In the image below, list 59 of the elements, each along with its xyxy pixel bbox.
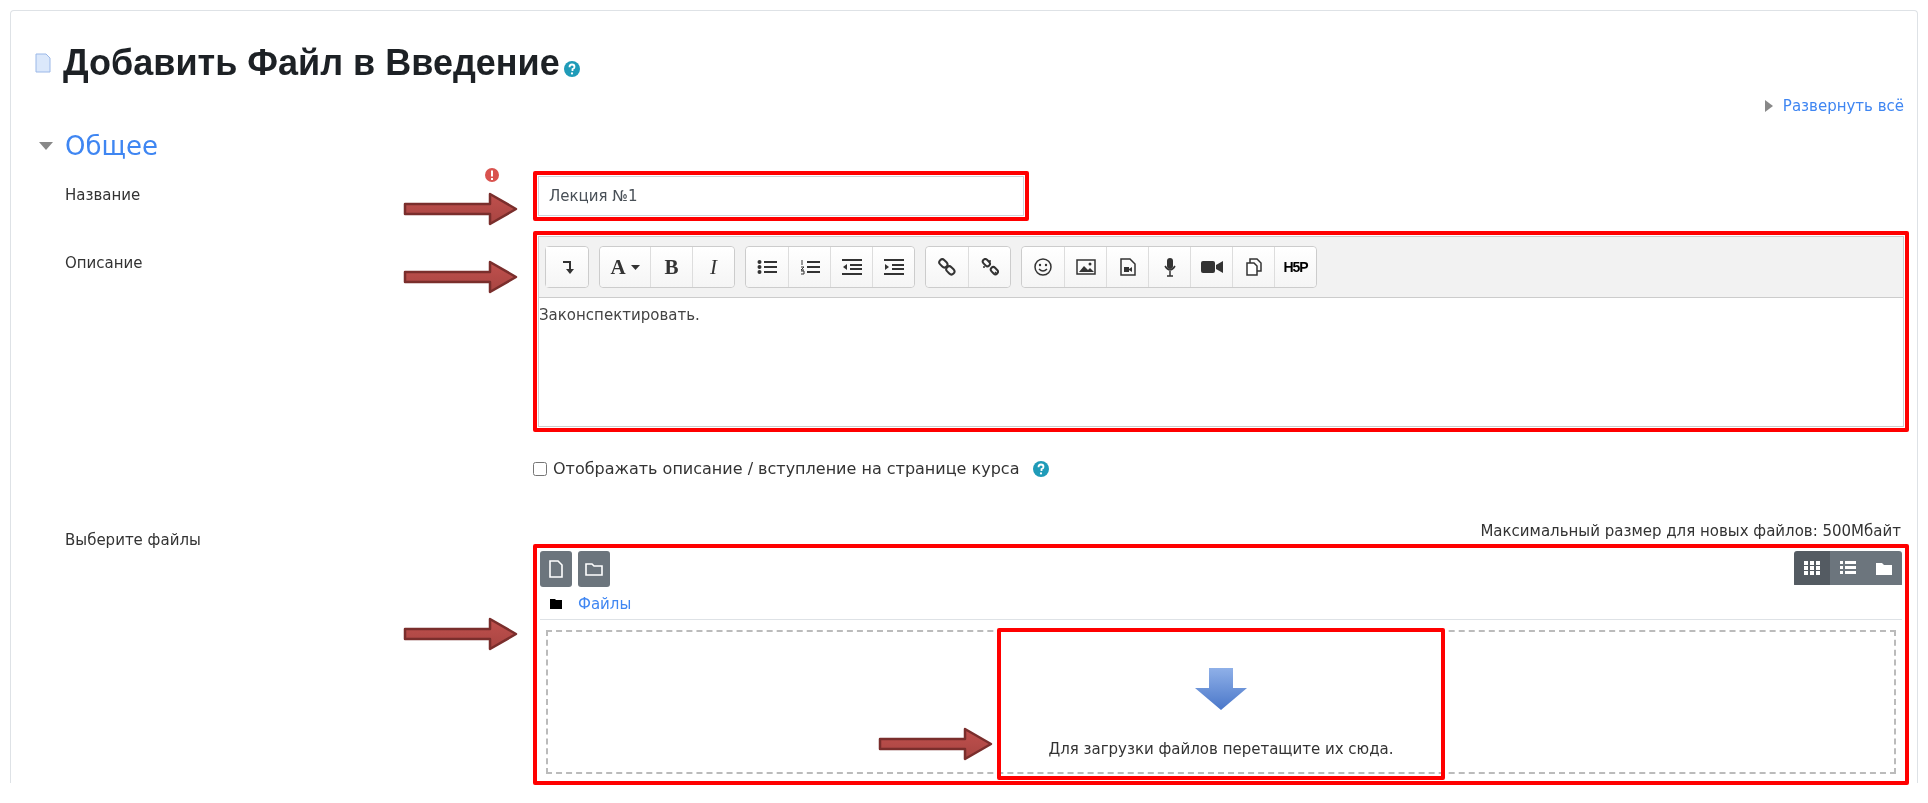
- bullet-list-icon: [757, 259, 777, 275]
- text-field[interactable]: Лекция №1: [538, 176, 1024, 216]
- field-label: Название: [65, 186, 141, 204]
- view-mode-button[interactable]: [1830, 551, 1866, 585]
- toolbar-button[interactable]: [1148, 247, 1190, 287]
- toolbar-button[interactable]: [746, 247, 788, 287]
- editor-text: Законспектировать.: [539, 305, 701, 324]
- toolbar-button[interactable]: I: [692, 247, 734, 287]
- toolbar-button[interactable]: [1232, 247, 1274, 287]
- toolbar-button[interactable]: B: [650, 247, 692, 287]
- microphone-icon: [1162, 257, 1177, 277]
- section-title[interactable]: Общее: [65, 131, 158, 161]
- field-label: Описание: [65, 254, 143, 272]
- toolbar-button[interactable]: [1022, 247, 1064, 287]
- help-icon: [563, 61, 580, 77]
- checkbox[interactable]: [533, 461, 547, 476]
- folder-icon: [1876, 561, 1892, 575]
- view-mode-button[interactable]: [1794, 551, 1830, 585]
- folder-icon: [550, 599, 562, 609]
- outdent-icon: [841, 259, 862, 275]
- create-folder-button[interactable]: [578, 551, 610, 587]
- toolbar-button[interactable]: [1064, 247, 1106, 287]
- grid-icon: [1804, 561, 1820, 575]
- toolbar-button[interactable]: [968, 247, 1010, 287]
- folder-link[interactable]: Файлы: [578, 595, 632, 613]
- copy-files-icon: [1244, 258, 1263, 276]
- caret-icon: [630, 264, 640, 270]
- toolbar-button[interactable]: [926, 247, 968, 287]
- image-icon: [1075, 259, 1096, 275]
- indent-icon: [883, 259, 904, 275]
- expand-all-link[interactable]: Развернуть всё: [1764, 97, 1904, 115]
- smiley-icon: [1034, 258, 1052, 276]
- expand-icon: [1764, 100, 1773, 112]
- toolbar-button[interactable]: H5P: [1274, 247, 1316, 287]
- list-icon: [1840, 561, 1856, 575]
- folder-icon: [585, 562, 603, 576]
- toolbar-button[interactable]: [1190, 247, 1232, 287]
- add-file-button[interactable]: [540, 551, 572, 587]
- document-icon: [35, 53, 51, 73]
- toolbar-button[interactable]: A: [600, 247, 650, 287]
- drop-zone-text: Для загрузки файлов перетащите их сюда.: [1048, 740, 1394, 758]
- toolbar-button[interactable]: [872, 247, 914, 287]
- numbered-list-icon: [799, 259, 820, 275]
- broken-link-icon: [980, 258, 999, 276]
- page-title: Добавить Файл в Введение: [63, 42, 560, 84]
- link-icon: [938, 258, 956, 276]
- toolbar-button[interactable]: [546, 247, 588, 287]
- toolbar-button[interactable]: [788, 247, 830, 287]
- checkbox-label: Отображать описание / вступление на странице курса: [553, 459, 1020, 478]
- download-arrow-icon: [1195, 668, 1247, 710]
- view-mode-button[interactable]: [1866, 551, 1902, 585]
- video-camera-icon: [1200, 260, 1223, 274]
- file-icon: [549, 560, 563, 578]
- toolbar-button[interactable]: [1106, 247, 1148, 287]
- toolbar-button[interactable]: [830, 247, 872, 287]
- max-size-note: Максимальный размер для новых файлов: 500Мбайт: [1480, 522, 1901, 540]
- media-file-icon: [1119, 258, 1136, 276]
- collapse-icon: [560, 258, 574, 276]
- field-label: Выберите файлы: [65, 531, 201, 549]
